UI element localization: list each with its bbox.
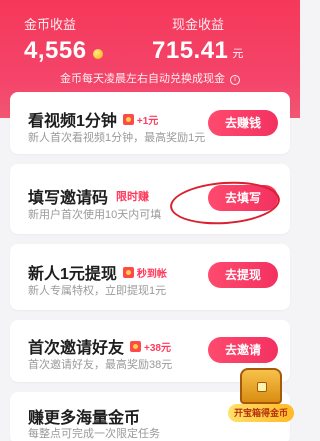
coin-icon [92, 49, 103, 59]
reward-badge-text: +1元 [136, 115, 159, 127]
info-icon[interactable]: i [230, 75, 241, 85]
withdraw-button[interactable]: 去提现 [208, 262, 278, 288]
task-title-text: 填写邀请码 [28, 190, 109, 207]
coin-earnings-value: 4,556 [24, 37, 87, 64]
task-desc: 新人首次看视频1分钟，最高奖励1元 [28, 132, 206, 144]
cash-unit: 元 [232, 48, 244, 60]
task-title: 新人1元提现 秒到帐 [28, 260, 167, 284]
treasure-label: 开宝箱得金币 [228, 404, 294, 422]
chest-lock-icon [257, 382, 267, 392]
cash-earnings-value-row: 715.41 元 [152, 37, 244, 65]
task-title: 填写邀请码 限时赚 [28, 184, 149, 208]
coin-earnings: 金币收益 4,556 [24, 14, 103, 65]
task-desc: 每整点可完成一次限定任务 [28, 428, 160, 440]
earn-button[interactable]: 去赚钱 [208, 110, 278, 136]
cash-earnings-value: 715.41 [152, 37, 229, 64]
exchange-notice[interactable]: 金币每天凌晨左右自动兑换成现金 i [0, 70, 300, 86]
task-title-text: 新人1元提现 [28, 266, 117, 283]
cash-earnings-label: 现金收益 [172, 17, 225, 32]
reward-badge: +38元 [130, 339, 171, 354]
task-desc: 首次邀请好友，最高奖励38元 [28, 359, 173, 371]
task-title: 看视频1分钟 +1元 [28, 107, 158, 131]
red-envelope-icon [130, 340, 142, 352]
limited-time-tag: 限时赚 [116, 191, 150, 203]
treasure-chest-widget[interactable]: 开宝箱得金币 [228, 366, 294, 428]
task-card-withdraw: 新人1元提现 秒到帐 新人专属特权，立即提现1元 去提现 [10, 244, 290, 310]
reward-badge: +1元 [122, 112, 159, 127]
task-desc: 新用户首次使用10天内可填 [28, 209, 162, 221]
red-envelope-icon [122, 266, 134, 278]
exchange-notice-text: 金币每天凌晨左右自动兑换成现金 [59, 73, 225, 85]
cash-earnings: 现金收益 715.41 元 [152, 14, 244, 65]
coin-earnings-value-row: 4,556 [24, 37, 103, 65]
reward-badge: 秒到帐 [122, 265, 167, 280]
invite-button[interactable]: 去邀请 [208, 337, 278, 363]
reward-badge-text: 秒到帐 [136, 268, 167, 280]
task-card-watch-video: 看视频1分钟 +1元 新人首次看视频1分钟，最高奖励1元 去赚钱 [10, 92, 290, 154]
reward-badge-text: +38元 [144, 342, 171, 354]
task-desc: 新人专属特权，立即提现1元 [28, 285, 167, 297]
coin-earnings-label: 金币收益 [24, 17, 77, 32]
task-title: 首次邀请好友 +38元 [28, 334, 171, 358]
red-envelope-icon [122, 113, 134, 125]
task-title-text: 首次邀请好友 [28, 340, 125, 357]
task-title-text: 看视频1分钟 [28, 113, 117, 130]
